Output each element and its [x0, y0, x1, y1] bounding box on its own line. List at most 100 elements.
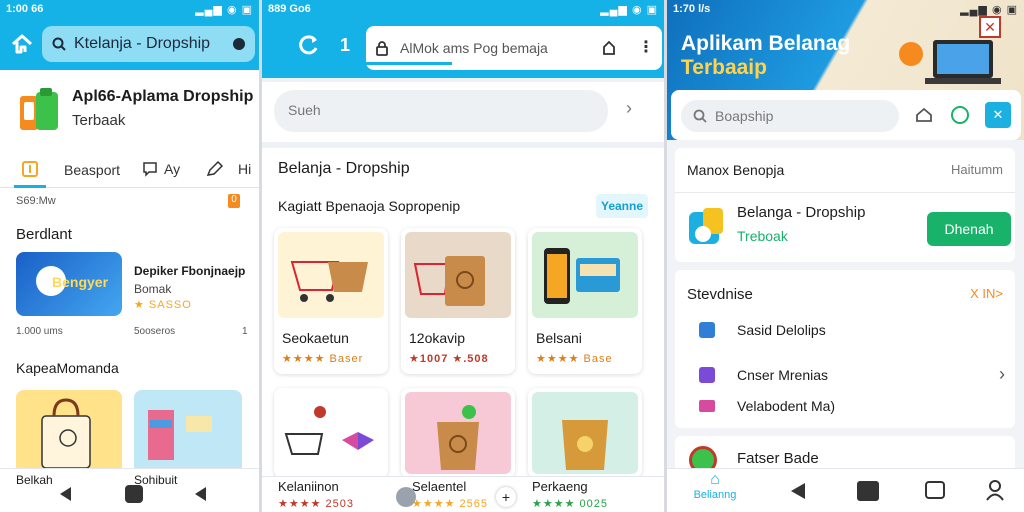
profile-nav-icon[interactable]	[985, 479, 1005, 506]
bottom-product-rating: ★★★★ 0025	[532, 498, 608, 510]
bottom-product-rating: ★★★★ 2503	[278, 498, 354, 510]
scan-icon[interactable]: ✕	[985, 102, 1011, 128]
grid-icon	[22, 161, 38, 177]
list-item[interactable]: Sasid Delolips	[699, 322, 826, 338]
product-rating: ★1007 ★.508	[409, 353, 489, 365]
download-button[interactable]: Dhenah	[927, 212, 1011, 246]
product-card[interactable]: Belsani ★★★★ Base	[528, 228, 642, 374]
status-bar: 1:00 66 ▂▄▆ ◉ ▣	[0, 0, 259, 18]
product-card[interactable]	[401, 388, 515, 478]
nav-home-label: Belianng	[693, 489, 737, 501]
status-icons: ▂▄▆ ◉ ▣	[195, 3, 253, 16]
list-item[interactable]: Velabodent Ma)	[699, 398, 835, 414]
featured-line1: Bomak	[134, 282, 172, 296]
floating-nav-icon[interactable]	[396, 487, 416, 507]
status-time: 1:70 l/s	[673, 3, 711, 15]
banner-text: Bengyer	[52, 274, 109, 290]
card-icon	[699, 400, 715, 412]
list-item-label: Velabodent Ma)	[737, 398, 836, 414]
banner-image[interactable]: Bengyer	[16, 252, 122, 316]
app-title[interactable]: Belanga - Dropship	[737, 204, 865, 221]
product-box-image[interactable]	[134, 390, 242, 474]
tab-count-icon[interactable]: 1	[340, 35, 350, 56]
camera-nav-icon[interactable]	[925, 481, 945, 499]
cart-chart-image	[278, 392, 384, 474]
panel-app-detail: 1:00 66 ▂▄▆ ◉ ▣ Ktelanja - Dropship Apl6…	[0, 0, 259, 512]
see-all-link[interactable]: Yeanne	[596, 194, 648, 218]
bag-image	[405, 232, 511, 318]
back-nav-icon[interactable]	[791, 483, 805, 499]
nav-home[interactable]: ⌂ Belianng	[685, 471, 745, 501]
hero-illustration	[899, 26, 1017, 95]
list-item-label: Sasid Delolips	[737, 322, 826, 338]
featured-line2: ★ SASSO	[134, 299, 192, 311]
page-load-progress	[366, 62, 452, 65]
product-card[interactable]: Seokaetun ★★★★ Baser	[274, 228, 388, 374]
featured-title[interactable]: Depiker Fbonjnaejp	[134, 264, 245, 278]
app-title: Apl66-Aplama Dropship	[72, 88, 254, 105]
comment-icon	[143, 162, 157, 177]
bottom-product-name: Perkaeng	[532, 479, 588, 494]
services-link[interactable]: X IN>	[970, 286, 1003, 301]
stats-mid: 5ooseros	[134, 326, 176, 337]
list-item[interactable]: Cnser Mrenias ›	[699, 364, 1005, 385]
card-section-title: Manox Benopja	[687, 162, 785, 178]
bottom-product-name: Kelaniinon	[278, 479, 339, 494]
home-icon[interactable]	[915, 106, 933, 129]
square-nav-icon[interactable]	[857, 481, 879, 501]
product-name: Belsani	[536, 330, 582, 346]
status-bar: 1:70 l/s ▂▄▆ ◉ ▣	[667, 0, 1024, 18]
home-nav-icon[interactable]	[125, 485, 143, 503]
search-placeholder: Boapship	[715, 108, 774, 124]
box-bag-image	[532, 392, 638, 474]
section-title-1: Berdlant	[16, 226, 72, 243]
search-input[interactable]: Ktelanja - Dropship	[42, 26, 255, 62]
card-section-link[interactable]: Haitumm	[951, 162, 1003, 177]
tab-hi[interactable]: Hi	[206, 161, 251, 177]
search-input[interactable]: Boapship	[681, 100, 899, 132]
product-name: Seokaetun	[282, 330, 349, 346]
product-bag-image[interactable]	[16, 390, 122, 474]
back-nav-icon[interactable]	[60, 487, 71, 501]
app-subtitle: Treboak	[737, 228, 788, 244]
tab-beasport[interactable]: Beasport	[64, 162, 120, 178]
add-icon[interactable]: +	[496, 487, 516, 507]
status-icons: ▂▄▆ ◉ ▣	[600, 3, 658, 16]
url-text: AlMok ams Pog bemaja	[400, 40, 548, 56]
tab-overview[interactable]	[14, 160, 46, 188]
services-card: Stevdnise X IN> Sasid Delolips Cnser Mre…	[675, 270, 1015, 428]
bookmark-icon[interactable]	[600, 39, 618, 57]
banner-subtitle: Terbaaip	[681, 56, 767, 79]
app-subtitle: Terbaak	[72, 112, 126, 129]
product-name: 12okavip	[409, 330, 466, 346]
status-icons: ▂▄▆ ◉ ▣	[960, 3, 1018, 16]
more-menu-icon[interactable]: ⋮	[638, 40, 654, 56]
page-title: Belanja - Dropship	[278, 160, 410, 177]
chevron-right-icon[interactable]: ›	[626, 98, 632, 119]
refresh-icon[interactable]	[298, 34, 320, 61]
bottom-nav: Belkah Sohibuit	[0, 468, 259, 512]
search-input[interactable]: Sueh	[274, 90, 608, 132]
home-nav-icon: ⌂	[710, 471, 720, 488]
search-text: Ktelanja - Dropship	[74, 35, 211, 52]
product-rating: ★★★★ Base	[536, 353, 613, 365]
faster-label: Fatser Bade	[737, 450, 819, 467]
section-title: Kagiatt Bpenaoja Sopropenip	[278, 198, 461, 214]
home-back-icon[interactable]	[10, 33, 34, 55]
chevron-right-icon: ›	[999, 364, 1005, 384]
search-bar: Boapship ✕	[671, 90, 1021, 140]
tab-ay[interactable]: Ay	[142, 161, 180, 177]
back-nav-icon-2[interactable]	[195, 487, 206, 501]
status-time: 1:00 66	[6, 3, 44, 15]
meta-left: S69:Mw	[16, 195, 56, 207]
product-card[interactable]	[528, 388, 642, 478]
search-icon	[52, 37, 66, 51]
store-icon	[699, 322, 715, 338]
mic-icon[interactable]	[233, 38, 245, 50]
cart-image	[278, 232, 384, 318]
bottom-product-name: Selaentel	[412, 479, 467, 494]
product-card[interactable]: 12okavip ★1007 ★.508	[401, 228, 515, 374]
clock-icon[interactable]	[951, 106, 969, 124]
app-card: Manox Benopja Haitumm Belanga - Dropship…	[675, 148, 1015, 262]
product-card[interactable]	[274, 388, 388, 478]
